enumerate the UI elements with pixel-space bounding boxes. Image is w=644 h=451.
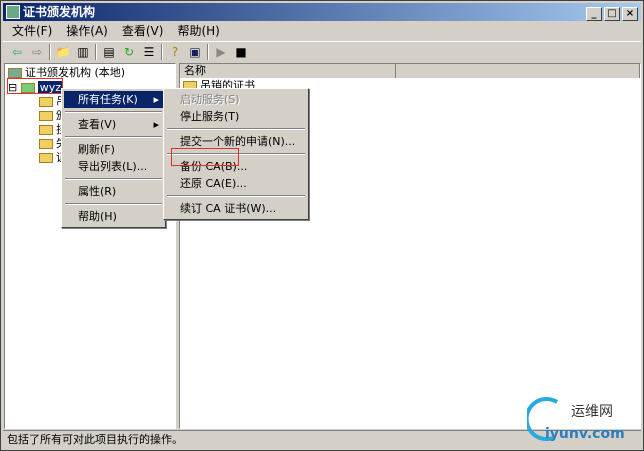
stop-service-icon[interactable]: ■ [233,44,249,60]
highlight-box [171,148,239,166]
menu-view-item[interactable]: 查看(V) ▸ [64,116,163,133]
column-name[interactable]: 名称 [180,64,396,78]
minimize-button[interactable]: _ [586,7,602,21]
menu-file[interactable]: 文件(F) [7,22,57,41]
menu-all-tasks[interactable]: 所有任务(K) ▸ [64,91,163,108]
toolbar: ⇦ ⇨ 📁 ▥ ▤ ↻ ☰ ? ▣ ▶ ■ [3,41,641,61]
menu-start-service: 启动服务(S) [180,93,240,106]
svg-text:运维网: 运维网 [571,404,613,420]
refresh-icon[interactable]: ↻ [121,44,137,60]
start-service-icon[interactable]: ▶ [213,44,229,60]
status-text: 包括了所有可对此项目执行的操作。 [7,433,183,446]
ca-icon [6,5,20,19]
highlight-box [7,78,63,94]
menu-help-item[interactable]: 帮助(H) [64,208,163,225]
window-title: 证书颁发机构 [23,5,96,19]
watermark-logo: 运维网 iyunv.com [524,394,637,444]
context-menu: 所有任务(K) ▸ 查看(V) ▸ 刷新(F) 导出列表(L)... 属性(R) 帮… [61,88,166,228]
menu-stop-service[interactable]: 停止服务(T) [166,108,306,125]
menu-action[interactable]: 操作(A) [61,22,113,41]
export-list-icon[interactable]: ☰ [141,44,157,60]
close-button[interactable]: × [622,7,638,21]
menu-export-list[interactable]: 导出列表(L)... [64,158,163,175]
menu-restore-ca[interactable]: 还原 CA(E)... [166,175,306,192]
submenu-arrow-icon: ▸ [153,118,159,131]
menu-view[interactable]: 查看(V) [117,22,169,41]
mmc-window: 证书颁发机构 _ □ × 文件(F) 操作(A) 查看(V) 帮助(H) ⇦ ⇨… [0,0,644,451]
properties-icon[interactable]: ▤ [101,44,117,60]
submenu-arrow-icon: ▸ [153,93,159,106]
menu-renew-ca-cert[interactable]: 续订 CA 证书(W)... [166,200,306,217]
back-icon[interactable]: ⇦ [9,44,25,60]
title-bar: 证书颁发机构 _ □ × [3,3,641,21]
menu-properties[interactable]: 属性(R) [64,183,163,200]
forward-icon[interactable]: ⇨ [29,44,45,60]
up-folder-icon[interactable]: 📁 [55,44,71,60]
menubar: 文件(F) 操作(A) 查看(V) 帮助(H) [3,22,641,41]
menu-refresh[interactable]: 刷新(F) [64,141,163,158]
help-icon[interactable]: ? [167,44,183,60]
svg-text:iyunv.com: iyunv.com [545,426,625,442]
show-hide-tree-icon[interactable]: ▥ [75,44,91,60]
maximize-button[interactable]: □ [604,7,620,21]
action-pane-icon[interactable]: ▣ [187,44,203,60]
menu-help[interactable]: 帮助(H) [172,22,224,41]
